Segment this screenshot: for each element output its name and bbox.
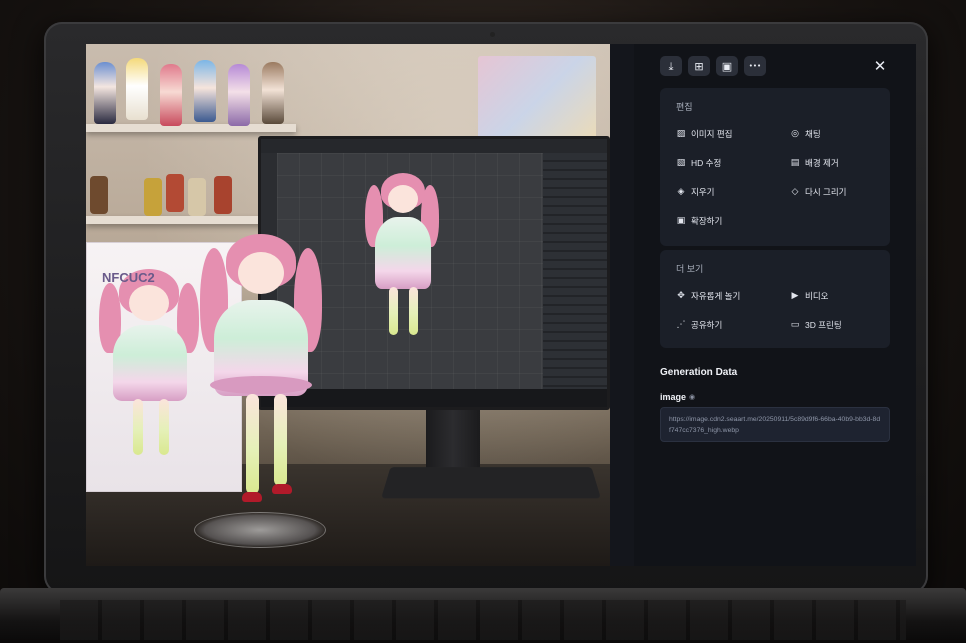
edit-section: 편집 ▨ 이미지 편집 ◎ 채팅 ▧ HD 수정 ▤ 배경 제거 ◈ 지우기 ◇… bbox=[660, 88, 890, 246]
monitor-menubar bbox=[261, 139, 607, 153]
monitor-stand bbox=[426, 410, 480, 470]
expand-label: 확장하기 bbox=[691, 216, 723, 226]
side-panel: ⤓ ⊞ ▣ ••• ✕ 편집 ▨ 이미지 편집 ◎ 채팅 ▧ HD 수정 ▤ 배… bbox=[634, 44, 916, 566]
leg bbox=[159, 399, 169, 455]
plus-square-icon: ⊞ bbox=[694, 59, 704, 73]
3d-printing-label: 3D 프린팅 bbox=[805, 320, 842, 330]
add-button[interactable]: ⊞ bbox=[688, 56, 710, 76]
close-button[interactable]: ✕ bbox=[870, 56, 890, 76]
shelf-jar bbox=[144, 178, 162, 216]
image-field-label: image ◉ bbox=[660, 392, 695, 402]
monitor-stand-base bbox=[381, 467, 601, 499]
video-icon: ▶ bbox=[791, 291, 799, 301]
free-play-label: 자유롭게 놀기 bbox=[691, 291, 741, 301]
image-edit-button[interactable]: ▨ 이미지 편집 bbox=[676, 128, 733, 140]
shelf-figure bbox=[194, 60, 216, 122]
more-icon: ••• bbox=[748, 61, 762, 70]
expand-icon: ▣ bbox=[676, 216, 686, 226]
shoe bbox=[272, 484, 292, 494]
monitor-taskbar bbox=[261, 389, 607, 407]
shelf-figure bbox=[94, 62, 116, 124]
image-url-field[interactable]: https://image.cdn2.seaart.me/20250911/5c… bbox=[660, 407, 890, 442]
image-preview[interactable]: NFCUC2 bbox=[86, 44, 610, 566]
laptop-screen: NFCUC2 ⤓ ⊞ ▣ ••• ✕ 편집 ▨ 이미지 편집 ◎ 채팅 ▧ HD… bbox=[86, 44, 916, 566]
erase-button[interactable]: ◈ 지우기 bbox=[676, 186, 715, 198]
shelf-jar bbox=[214, 176, 232, 214]
share-button[interactable]: ⋰ 공유하기 bbox=[676, 319, 723, 331]
eye-icon[interactable]: ◉ bbox=[689, 393, 695, 401]
remove-background-label: 배경 제거 bbox=[805, 158, 839, 168]
3d-printing-button[interactable]: ▭ 3D 프린팅 bbox=[790, 319, 842, 331]
acrylic-base bbox=[194, 512, 326, 548]
leg bbox=[246, 394, 259, 494]
shoe bbox=[242, 492, 262, 502]
shelf-jar bbox=[166, 174, 184, 212]
panel-toolbar: ⤓ ⊞ ▣ ••• bbox=[660, 56, 766, 76]
shelf-figure bbox=[126, 58, 148, 120]
close-icon: ✕ bbox=[873, 57, 887, 75]
share-icon: ⋰ bbox=[676, 320, 686, 330]
printer-3d-icon: ▭ bbox=[790, 320, 800, 330]
face bbox=[129, 285, 169, 321]
sparkle-icon: ✥ bbox=[677, 291, 685, 301]
share-label: 공유하기 bbox=[691, 320, 723, 330]
redraw-label: 다시 그리기 bbox=[805, 187, 847, 197]
dress bbox=[375, 217, 431, 289]
chat-label: 채팅 bbox=[805, 129, 821, 139]
leg bbox=[389, 287, 398, 335]
hd-fix-label: HD 수정 bbox=[691, 158, 722, 168]
leg bbox=[409, 287, 418, 335]
shelf-jar bbox=[90, 176, 108, 214]
remove-background-button[interactable]: ▤ 배경 제거 bbox=[790, 157, 839, 169]
free-play-button[interactable]: ✥ 자유롭게 놀기 bbox=[676, 290, 740, 302]
dress bbox=[113, 325, 187, 401]
shelf-jar bbox=[188, 178, 206, 216]
image-label-text: image bbox=[660, 392, 687, 402]
generation-data-title: Generation Data bbox=[660, 367, 738, 378]
shelf-figure bbox=[228, 64, 250, 126]
erase-label: 지우기 bbox=[691, 187, 715, 197]
background-remove-icon: ▤ bbox=[790, 158, 800, 168]
chat-icon: ◎ bbox=[791, 129, 799, 139]
hd-icon: ▧ bbox=[676, 158, 686, 168]
face bbox=[388, 185, 418, 213]
shelf-figure bbox=[160, 64, 182, 126]
more-section-title: 더 보기 bbox=[676, 264, 704, 274]
download-button[interactable]: ⤓ bbox=[660, 56, 682, 76]
eraser-icon: ◈ bbox=[677, 187, 685, 197]
redraw-button[interactable]: ◇ 다시 그리기 bbox=[790, 186, 847, 198]
video-label: 비디오 bbox=[805, 291, 829, 301]
box-logo-text: NFCUC2 bbox=[102, 270, 155, 285]
wall-poster bbox=[478, 56, 596, 146]
expand-button[interactable]: ▣ 확장하기 bbox=[676, 215, 723, 227]
image-edit-icon: ▨ bbox=[676, 129, 686, 139]
dress-frill bbox=[210, 376, 312, 394]
image-edit-label: 이미지 편집 bbox=[691, 129, 733, 139]
keyboard bbox=[60, 600, 906, 640]
more-options-button[interactable]: ••• bbox=[744, 56, 766, 76]
more-section: 더 보기 ✥ 자유롭게 놀기 ▶ 비디오 ⋰ 공유하기 ▭ 3D 프린팅 bbox=[660, 250, 890, 348]
face bbox=[238, 252, 284, 294]
download-icon: ⤓ bbox=[668, 59, 674, 73]
save-icon: ▣ bbox=[721, 59, 733, 73]
save-button[interactable]: ▣ bbox=[716, 56, 738, 76]
webcam bbox=[490, 32, 495, 37]
monitor-outliner bbox=[543, 153, 607, 389]
edit-section-title: 편집 bbox=[676, 102, 693, 112]
shelf-top bbox=[86, 124, 296, 132]
redraw-icon: ◇ bbox=[791, 187, 799, 197]
video-button[interactable]: ▶ 비디오 bbox=[790, 290, 829, 302]
leg bbox=[274, 394, 287, 486]
hd-fix-button[interactable]: ▧ HD 수정 bbox=[676, 157, 722, 169]
shelf-figure bbox=[262, 62, 284, 124]
leg bbox=[133, 399, 143, 455]
chat-button[interactable]: ◎ 채팅 bbox=[790, 128, 821, 140]
